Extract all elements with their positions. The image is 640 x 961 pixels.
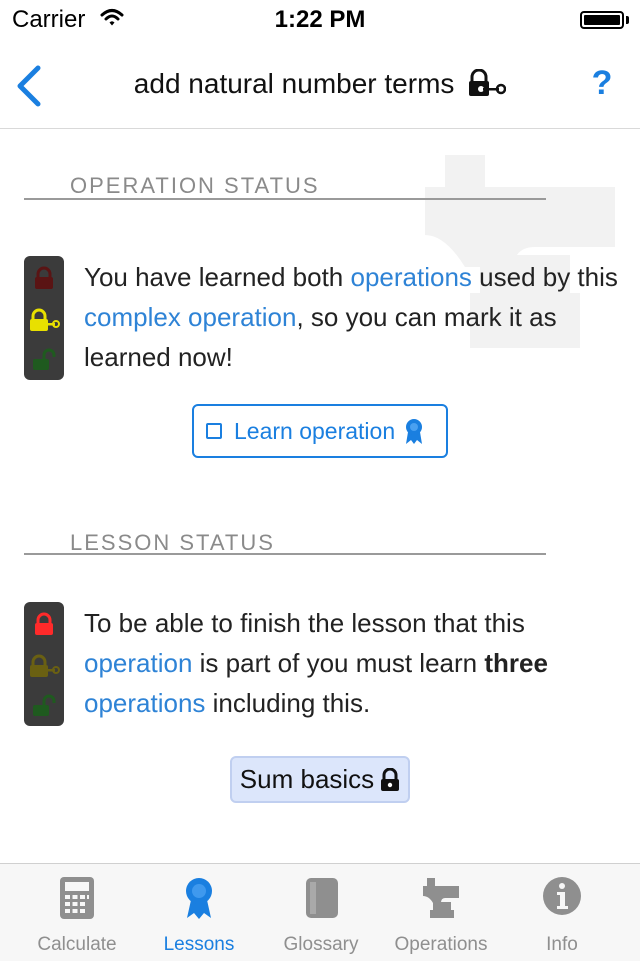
help-button[interactable]: ? <box>582 64 622 108</box>
info-icon <box>543 877 581 915</box>
clock-label: 1:22 PM <box>274 6 366 33</box>
message-text: You have learned both <box>84 262 351 292</box>
tab-calculate[interactable]: Calculate <box>13 864 141 961</box>
operations-link[interactable]: operations <box>351 262 472 292</box>
ribbon-badge-icon <box>186 878 212 919</box>
tab-info[interactable]: Info <box>498 864 626 961</box>
tab-operations-label: Operations <box>394 934 488 955</box>
lock-icon <box>381 767 400 791</box>
lesson-status-message: To be able to finish the lesson that thi… <box>84 603 624 723</box>
red-lock-icon <box>35 612 53 635</box>
operation-status-message: You have learned both operations used by… <box>84 257 624 377</box>
operation-status-divider <box>24 198 546 200</box>
navigation-bar: add natural number terms ? <box>0 40 640 129</box>
battery-tip <box>626 16 629 24</box>
operation-link[interactable]: operation <box>84 648 192 678</box>
message-text: is part of you must learn <box>192 648 485 678</box>
tab-glossary[interactable]: Glossary <box>257 864 385 961</box>
message-text: To be able to finish the lesson that thi… <box>84 608 525 638</box>
green-unlocked-icon <box>33 694 56 716</box>
message-text: used by this <box>471 262 618 292</box>
tab-lessons[interactable]: Lessons <box>135 864 263 961</box>
status-bar: Carrier 1:22 PM <box>0 0 640 40</box>
complex-operation-link[interactable]: complex operation <box>84 302 296 332</box>
learn-operation-button[interactable]: Learn operation <box>192 404 448 458</box>
message-text: including this. <box>205 688 371 718</box>
tab-info-label: Info <box>546 934 578 955</box>
anvil-icon <box>423 878 459 918</box>
tab-operations[interactable]: Operations <box>377 864 505 961</box>
lesson-traffic-light <box>24 602 64 726</box>
lesson-status-divider <box>24 553 546 555</box>
lesson-chip-button[interactable]: Sum basics <box>230 756 410 803</box>
calculator-icon <box>60 877 94 919</box>
operations-link[interactable]: operations <box>84 688 205 718</box>
tab-bar: Calculate Lessons Glossary Operations In… <box>0 863 640 961</box>
green-unlocked-icon <box>33 348 56 370</box>
operation-status-heading: OPERATION STATUS <box>70 173 320 198</box>
ribbon-badge-icon <box>406 419 423 444</box>
book-icon <box>306 878 338 918</box>
battery-icon <box>580 11 624 29</box>
yellow-lock-key-icon <box>30 654 60 677</box>
tab-calculate-label: Calculate <box>37 934 117 955</box>
yellow-lock-key-icon <box>30 308 60 331</box>
operation-traffic-light <box>24 256 64 380</box>
red-lock-icon <box>35 266 53 289</box>
tab-glossary-label: Glossary <box>283 934 359 955</box>
checkbox-icon <box>206 423 222 439</box>
lesson-chip-label: Sum basics <box>239 764 375 794</box>
tab-lessons-label: Lessons <box>163 934 235 955</box>
learn-operation-label: Learn operation <box>234 417 396 444</box>
page-title: add natural number terms <box>0 68 640 104</box>
lock-with-key-icon <box>468 68 507 104</box>
count-emphasis: three <box>484 648 548 678</box>
page-title-text: add natural number terms <box>133 68 455 99</box>
